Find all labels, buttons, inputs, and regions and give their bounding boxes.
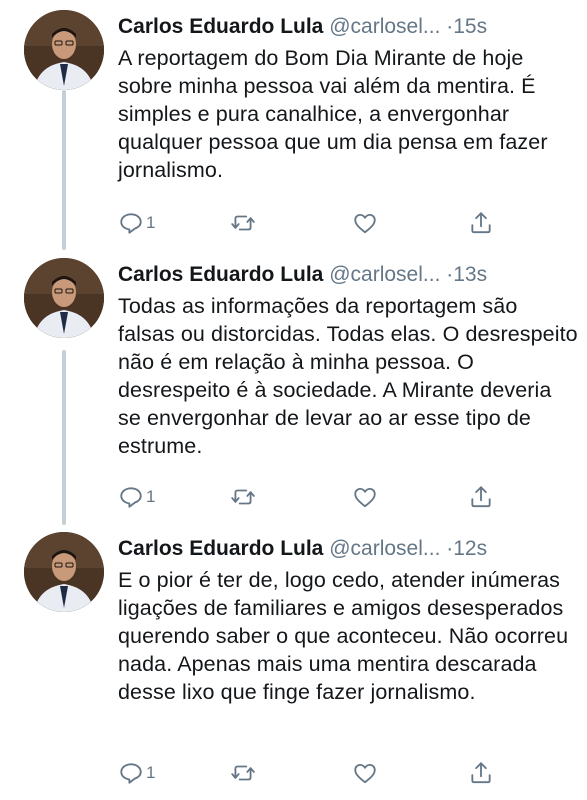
tweet[interactable]: Carlos Eduardo Lula @carlosel... ·13s To…: [0, 258, 587, 523]
tweet-text: Todas as informações da reportagem são f…: [118, 294, 578, 458]
retweet-button[interactable]: [230, 482, 256, 512]
tweet-text: E o pior é ter de, logo cedo, atender in…: [118, 568, 569, 704]
heart-icon: [354, 487, 376, 508]
timestamp[interactable]: 15s: [453, 15, 487, 38]
avatar-image: [24, 10, 104, 90]
tweet[interactable]: Carlos Eduardo Lula @carlosel... ·12s E …: [0, 532, 587, 797]
share-button[interactable]: [468, 758, 494, 788]
tweet-header: Carlos Eduardo Lula @carlosel... ·12s: [118, 534, 579, 564]
reply-button[interactable]: 1: [118, 208, 155, 238]
tweet-header: Carlos Eduardo Lula @carlosel... ·15s: [118, 12, 579, 42]
avatar-image: [24, 532, 104, 612]
like-button[interactable]: [352, 208, 378, 238]
author-handle[interactable]: @carlosel...: [329, 537, 440, 560]
retweet-button[interactable]: [230, 208, 256, 238]
author-handle[interactable]: @carlosel...: [329, 263, 440, 286]
retweet-icon: [231, 489, 255, 505]
tweet-thread: Carlos Eduardo Lula @carlosel... ·15s A …: [0, 0, 587, 800]
tweet-header: Carlos Eduardo Lula @carlosel... ·13s: [118, 260, 579, 290]
tweet-actions: 1: [118, 482, 518, 512]
retweet-icon: [231, 215, 255, 231]
author-name[interactable]: Carlos Eduardo Lula: [118, 15, 323, 38]
author-handle[interactable]: @carlosel...: [329, 15, 440, 38]
retweet-icon: [231, 765, 255, 781]
reply-icon: [120, 213, 142, 234]
share-icon: [471, 212, 491, 234]
reply-icon: [120, 763, 142, 784]
avatar-image: [24, 258, 104, 338]
timestamp[interactable]: 13s: [453, 263, 487, 286]
reply-button[interactable]: 1: [118, 758, 155, 788]
reply-button[interactable]: 1: [118, 482, 155, 512]
heart-icon: [354, 213, 376, 234]
reply-icon: [120, 487, 142, 508]
reply-count: 1: [146, 213, 156, 232]
reply-count: 1: [146, 763, 156, 782]
timestamp[interactable]: 12s: [453, 537, 487, 560]
avatar[interactable]: [24, 532, 104, 612]
share-icon: [471, 762, 491, 784]
author-name[interactable]: Carlos Eduardo Lula: [118, 537, 323, 560]
retweet-button[interactable]: [230, 758, 256, 788]
reply-count: 1: [146, 487, 156, 506]
heart-icon: [354, 763, 376, 784]
share-icon: [471, 486, 491, 508]
tweet[interactable]: Carlos Eduardo Lula @carlosel... ·15s A …: [0, 10, 587, 250]
tweet-actions: 1: [118, 758, 518, 788]
author-name[interactable]: Carlos Eduardo Lula: [118, 263, 323, 286]
like-button[interactable]: [352, 482, 378, 512]
share-button[interactable]: [468, 208, 494, 238]
like-button[interactable]: [352, 758, 378, 788]
tweet-text: A reportagem do Bom Dia Mirante de hoje …: [118, 46, 548, 182]
share-button[interactable]: [468, 482, 494, 512]
avatar[interactable]: [24, 10, 104, 90]
avatar[interactable]: [24, 258, 104, 338]
tweet-actions: 1: [118, 208, 518, 238]
